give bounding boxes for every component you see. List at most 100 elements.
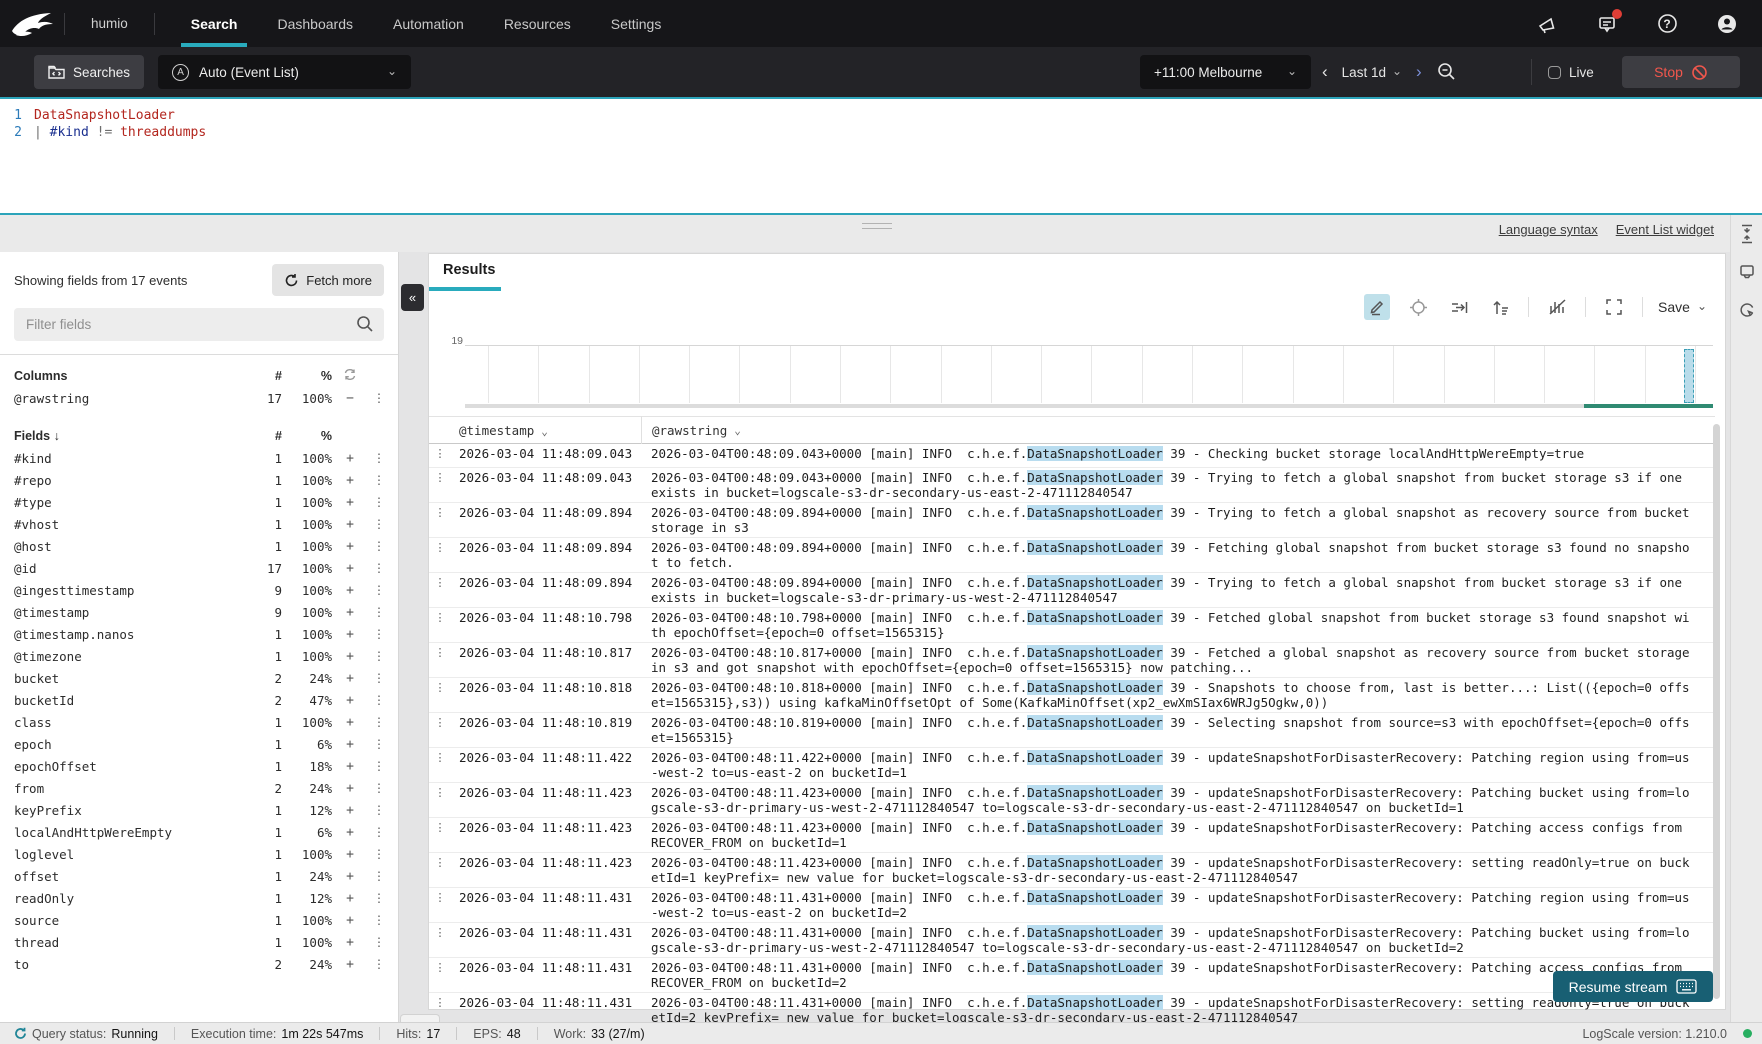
kebab-menu-icon[interactable]: ⋮: [368, 671, 390, 685]
field-row[interactable]: @ingesttimestamp 9 100% + ⋮: [14, 579, 390, 601]
field-row[interactable]: localAndHttpWereEmpty 1 6% + ⋮: [14, 821, 390, 843]
workspace-name[interactable]: humio: [65, 16, 154, 31]
field-row[interactable]: to 2 24% + ⋮: [14, 953, 390, 975]
time-range-dropdown[interactable]: Last 1d ⌄: [1342, 65, 1402, 80]
log-event-row[interactable]: ⋮ 2026-03-04 11:48:09.043 2026-03-04T00:…: [429, 468, 1715, 503]
row-kebab-icon[interactable]: ⋮: [429, 540, 451, 570]
add-column-icon[interactable]: +: [332, 561, 368, 576]
column-row[interactable]: @rawstring 17 100% − ⋮: [14, 387, 390, 409]
crosshair-icon[interactable]: [1405, 294, 1431, 320]
add-column-icon[interactable]: +: [332, 693, 368, 708]
log-event-row[interactable]: ⋮ 2026-03-04 11:48:11.431 2026-03-04T00:…: [429, 888, 1715, 923]
kebab-menu-icon[interactable]: ⋮: [368, 539, 390, 553]
add-column-icon[interactable]: +: [332, 759, 368, 774]
add-column-icon[interactable]: +: [332, 473, 368, 488]
kebab-menu-icon[interactable]: ⋮: [368, 803, 390, 817]
sort-ascending-icon[interactable]: [1487, 294, 1513, 320]
language-syntax-link[interactable]: Language syntax: [1499, 222, 1598, 237]
add-column-icon[interactable]: +: [332, 517, 368, 532]
add-column-icon[interactable]: +: [332, 627, 368, 642]
field-row[interactable]: epochOffset 1 18% + ⋮: [14, 755, 390, 777]
kebab-menu-icon[interactable]: ⋮: [368, 759, 390, 773]
add-column-icon[interactable]: +: [332, 847, 368, 862]
log-event-row[interactable]: ⋮ 2026-03-04 11:48:09.894 2026-03-04T00:…: [429, 538, 1715, 573]
kebab-menu-icon[interactable]: ⋮: [368, 913, 390, 927]
kebab-menu-icon[interactable]: ⋮: [368, 583, 390, 597]
row-kebab-icon[interactable]: ⋮: [429, 960, 451, 990]
timeline-brush-track[interactable]: [465, 404, 1713, 408]
field-row[interactable]: epoch 1 6% + ⋮: [14, 733, 390, 755]
annotate-pencil-icon[interactable]: [1364, 294, 1390, 320]
collapse-sidebar-button[interactable]: «: [401, 284, 424, 311]
field-row[interactable]: readOnly 1 12% + ⋮: [14, 887, 390, 909]
log-event-row[interactable]: ⋮ 2026-03-04 11:48:11.431 2026-03-04T00:…: [429, 958, 1715, 993]
column-header-timestamp[interactable]: @timestamp⌄: [451, 423, 641, 438]
zoom-out-icon[interactable]: [1436, 61, 1458, 83]
filter-fields-input[interactable]: [14, 308, 384, 341]
row-kebab-icon[interactable]: ⋮: [429, 505, 451, 535]
query-editor[interactable]: 1 DataSnapshotLoader 2 | #kind != thread…: [0, 97, 1762, 215]
field-row[interactable]: @timestamp 9 100% + ⋮: [14, 601, 390, 623]
row-kebab-icon[interactable]: ⋮: [429, 446, 451, 465]
add-column-icon[interactable]: +: [332, 451, 368, 466]
kebab-menu-icon[interactable]: ⋮: [368, 957, 390, 971]
interaction-target-icon[interactable]: [1736, 299, 1758, 321]
field-row[interactable]: #repo 1 100% + ⋮: [14, 469, 390, 491]
timeline-brush-selection[interactable]: [1584, 404, 1713, 408]
row-kebab-icon[interactable]: ⋮: [429, 890, 451, 920]
log-event-row[interactable]: ⋮ 2026-03-04 11:48:09.043 2026-03-04T00:…: [429, 444, 1715, 468]
field-row[interactable]: offset 1 24% + ⋮: [14, 865, 390, 887]
field-row[interactable]: source 1 100% + ⋮: [14, 909, 390, 931]
view-selector-dropdown[interactable]: A Auto (Event List) ⌄: [158, 55, 411, 89]
editor-resize-handle[interactable]: [862, 223, 892, 233]
add-column-icon[interactable]: +: [332, 671, 368, 686]
time-range-forward-button[interactable]: ›: [1416, 62, 1422, 82]
kebab-menu-icon[interactable]: ⋮: [368, 391, 390, 405]
log-event-row[interactable]: ⋮ 2026-03-04 11:48:10.818 2026-03-04T00:…: [429, 678, 1715, 713]
add-column-icon[interactable]: +: [332, 737, 368, 752]
stop-button[interactable]: Stop: [1622, 56, 1740, 88]
log-event-row[interactable]: ⋮ 2026-03-04 11:48:10.819 2026-03-04T00:…: [429, 713, 1715, 748]
nav-item[interactable]: Resources: [484, 0, 591, 47]
timezone-dropdown[interactable]: +11:00 Melbourne ⌄: [1140, 55, 1311, 89]
kebab-menu-icon[interactable]: ⋮: [368, 825, 390, 839]
fetch-more-button[interactable]: Fetch more: [272, 264, 384, 296]
nav-item[interactable]: Automation: [373, 0, 484, 47]
add-column-icon[interactable]: +: [332, 913, 368, 928]
add-column-icon[interactable]: +: [332, 495, 368, 510]
kebab-menu-icon[interactable]: ⋮: [368, 517, 390, 531]
nav-item[interactable]: Search: [171, 0, 258, 47]
notifications-icon[interactable]: [1596, 13, 1618, 35]
row-kebab-icon[interactable]: ⋮: [429, 855, 451, 885]
field-row[interactable]: #type 1 100% + ⋮: [14, 491, 390, 513]
add-column-icon[interactable]: +: [332, 935, 368, 950]
live-checkbox[interactable]: [1548, 66, 1561, 79]
resume-stream-button[interactable]: Resume stream: [1553, 971, 1713, 1002]
add-column-icon[interactable]: +: [332, 891, 368, 906]
kebab-menu-icon[interactable]: ⋮: [368, 737, 390, 751]
save-dropdown-button[interactable]: Save ⌄: [1658, 299, 1707, 315]
nav-item[interactable]: Dashboards: [257, 0, 373, 47]
log-event-row[interactable]: ⋮ 2026-03-04 11:48:09.894 2026-03-04T00:…: [429, 573, 1715, 608]
field-row[interactable]: @id 17 100% + ⋮: [14, 557, 390, 579]
add-column-icon[interactable]: +: [332, 803, 368, 818]
histogram-bar[interactable]: [1684, 349, 1694, 403]
field-row[interactable]: loglevel 1 100% + ⋮: [14, 843, 390, 865]
kebab-menu-icon[interactable]: ⋮: [368, 715, 390, 729]
log-event-row[interactable]: ⋮ 2026-03-04 11:48:11.423 2026-03-04T00:…: [429, 853, 1715, 888]
help-icon[interactable]: ?: [1656, 13, 1678, 35]
sync-columns-icon[interactable]: [332, 368, 368, 384]
field-row[interactable]: thread 1 100% + ⋮: [14, 931, 390, 953]
field-row[interactable]: @timezone 1 100% + ⋮: [14, 645, 390, 667]
kebab-menu-icon[interactable]: ⋮: [368, 935, 390, 949]
log-event-row[interactable]: ⋮ 2026-03-04 11:48:11.423 2026-03-04T00:…: [429, 818, 1715, 853]
log-event-row[interactable]: ⋮ 2026-03-04 11:48:11.422 2026-03-04T00:…: [429, 748, 1715, 783]
field-row[interactable]: @timestamp.nanos 1 100% + ⋮: [14, 623, 390, 645]
row-kebab-icon[interactable]: ⋮: [429, 610, 451, 640]
searches-button[interactable]: Searches: [34, 55, 144, 89]
log-event-row[interactable]: ⋮ 2026-03-04 11:48:10.817 2026-03-04T00:…: [429, 643, 1715, 678]
row-kebab-icon[interactable]: ⋮: [429, 820, 451, 850]
kebab-menu-icon[interactable]: ⋮: [368, 781, 390, 795]
fullscreen-icon[interactable]: [1601, 294, 1627, 320]
live-toggle[interactable]: Live: [1548, 65, 1594, 80]
